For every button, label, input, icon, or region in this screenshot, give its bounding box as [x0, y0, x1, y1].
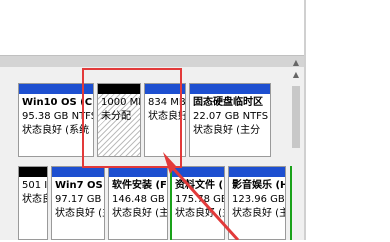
- partition-status: 状态良好 (主: [55, 208, 104, 219]
- partition-name: Win10 OS (C:): [22, 97, 94, 108]
- scrollbar-thumb[interactable]: [292, 86, 300, 148]
- partition-size: 97.17 GB NTFS: [55, 194, 104, 205]
- partition-h[interactable]: 影音娱乐 (H 123.96 GB NTF 状态良好 (主: [228, 166, 286, 240]
- partition-size: 123.96 GB NTF: [232, 194, 285, 205]
- scroll-up-icon[interactable]: ▲: [290, 70, 302, 82]
- disk-management-window: ▲ ▲ Win10 OS (C:) 95.38 GB NTFS 状态良好 (系统…: [0, 0, 390, 240]
- primary-partition-bar: [109, 167, 167, 177]
- partition-size: 146.48 GB NTFS: [112, 194, 167, 205]
- primary-partition-bar: [172, 167, 224, 177]
- primary-partition-bar: [229, 167, 285, 177]
- partition-ssd-temp[interactable]: 固态硬盘临时区 22.07 GB NTFS 状态良好 (主分: [189, 83, 271, 157]
- partition-f[interactable]: 软件安装 (F 146.48 GB NTFS 状态良好 (主: [108, 166, 168, 240]
- partition-size: 95.38 GB NTFS: [22, 111, 94, 122]
- partition-size: 175.78 GB NTF: [175, 194, 224, 205]
- partition-name: 固态硬盘临时区: [193, 97, 263, 108]
- disk-1-partitions: 501 I 状态良 Win7 OS (D: 97.17 GB NTFS 状态良好…: [18, 166, 286, 242]
- partition-size: 501 I: [22, 180, 48, 191]
- partition-status: 状态良好 (主: [232, 208, 286, 219]
- partition-system-reserved[interactable]: 501 I 状态良: [18, 166, 48, 240]
- partition-status: 状态良好 (主: [112, 208, 168, 219]
- partition-status: 状态良: [22, 194, 47, 205]
- actions-pane-divider: [304, 0, 306, 240]
- chevron-up-icon[interactable]: ▲: [290, 58, 302, 68]
- primary-partition-bar: [52, 167, 104, 177]
- partition-bar: [19, 167, 47, 177]
- partition-name: Win7 OS (D:: [55, 180, 104, 191]
- annotation-highlight-box: [82, 68, 182, 168]
- volume-list-area: [0, 0, 304, 55]
- primary-partition-bar: [190, 84, 270, 94]
- partition-d[interactable]: Win7 OS (D: 97.17 GB NTFS 状态良好 (主: [51, 166, 105, 240]
- partition-name: 资料文件 (: [175, 180, 224, 191]
- partition-status: 状态良好 (系统: [22, 125, 90, 136]
- logical-drive-border-left: [170, 166, 172, 240]
- partition-status: 状态良好 (主: [175, 208, 224, 219]
- partition-name: 影音娱乐 (H: [232, 180, 286, 191]
- logical-drive-border-right: [290, 166, 292, 240]
- partition-name: 软件安装 (F: [112, 180, 167, 191]
- partition-status: 状态良好 (主分: [193, 125, 261, 136]
- partition-size: 22.07 GB NTFS: [193, 111, 269, 122]
- partition-g[interactable]: 资料文件 ( 175.78 GB NTF 状态良好 (主: [171, 166, 225, 240]
